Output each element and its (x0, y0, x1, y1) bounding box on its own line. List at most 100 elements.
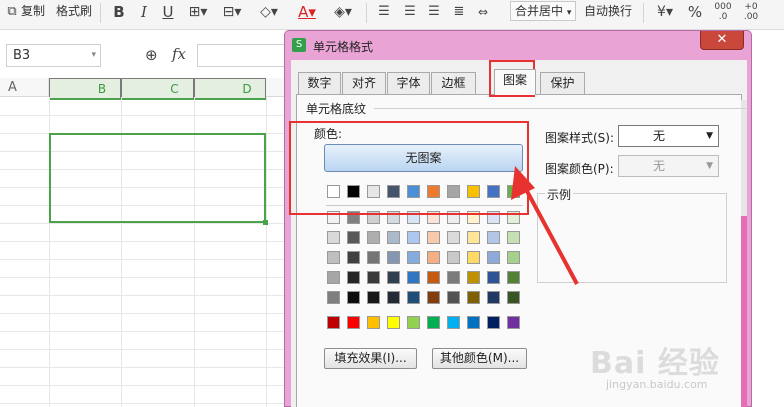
align-left-icon[interactable]: ☰ (376, 2, 392, 22)
color-swatch[interactable] (407, 231, 420, 244)
copy-icon[interactable]: ⧉ (4, 2, 20, 22)
toolbar-divider (100, 3, 101, 23)
color-swatch[interactable] (487, 271, 500, 284)
align-center-icon[interactable]: ☰ (402, 2, 418, 22)
percent-button[interactable]: % (686, 2, 704, 22)
name-box[interactable]: B3 ▾ (6, 44, 101, 67)
fill-effects-button[interactable]: 填充效果(I)... (324, 348, 417, 369)
color-swatch[interactable] (327, 251, 340, 264)
underline-button[interactable]: U (160, 2, 176, 22)
zoom-icon[interactable]: ⊕ (145, 46, 158, 64)
color-swatch[interactable] (387, 291, 400, 304)
clear-format-icon[interactable]: ◈▾ (331, 2, 355, 22)
color-swatch[interactable] (487, 251, 500, 264)
color-swatch[interactable] (327, 231, 340, 244)
color-swatch[interactable] (387, 251, 400, 264)
color-swatch[interactable] (387, 271, 400, 284)
tab-pattern[interactable]: 图案 (494, 69, 536, 95)
column-header-b[interactable]: B (49, 78, 121, 100)
color-swatch[interactable] (427, 271, 440, 284)
ribbon-toolbar: ⧉ 复制 格式刷 B I U ⊞▾ ⊟▾ ◇▾ A▾ ◈▾ ☰ ☰ ☰ ≣ ⇔ … (0, 0, 784, 30)
chevron-down-icon: ▼ (706, 161, 713, 171)
color-swatch[interactable] (467, 291, 480, 304)
close-button[interactable]: ✕ (700, 31, 744, 50)
color-swatch[interactable] (427, 251, 440, 264)
column-header-c[interactable]: C (121, 78, 194, 100)
color-swatch[interactable] (407, 316, 420, 329)
more-colors-button[interactable]: 其他颜色(M)... (432, 348, 527, 369)
tab-protection[interactable]: 保护 (540, 72, 585, 94)
copy-button[interactable]: 复制 (21, 0, 45, 24)
wrap-text-button[interactable]: 自动换行 (584, 0, 632, 24)
grid-line (0, 259, 290, 260)
color-swatch[interactable] (507, 316, 520, 329)
color-swatch[interactable] (347, 291, 360, 304)
tab-alignment[interactable]: 对齐 (342, 72, 386, 94)
watermark-subtext: jingyan.baidu.com (606, 378, 708, 391)
color-swatch[interactable] (347, 316, 360, 329)
selected-cell-range[interactable] (49, 133, 268, 225)
column-header-a[interactable]: A (0, 78, 49, 97)
color-swatch[interactable] (407, 291, 420, 304)
color-swatch[interactable] (347, 271, 360, 284)
color-swatch[interactable] (447, 316, 460, 329)
color-swatch[interactable] (507, 291, 520, 304)
color-swatch[interactable] (367, 316, 380, 329)
bold-button[interactable]: B (110, 2, 128, 22)
formula-input[interactable] (197, 44, 292, 67)
merge-center-button[interactable]: 合并居中 ▾ (510, 1, 577, 21)
color-swatch[interactable] (487, 291, 500, 304)
color-swatch[interactable] (387, 316, 400, 329)
fill-handle[interactable] (263, 220, 268, 225)
fill-color-icon[interactable]: ◇▾ (257, 2, 281, 22)
color-swatch[interactable] (327, 271, 340, 284)
color-swatch[interactable] (367, 271, 380, 284)
cell-style-icon[interactable]: ⊟▾ (220, 2, 244, 22)
increase-decimal-icon[interactable]: +0.00 (740, 2, 762, 22)
tab-number[interactable]: 数字 (298, 72, 341, 94)
color-swatch[interactable] (427, 291, 440, 304)
color-swatch[interactable] (447, 251, 460, 264)
color-swatch[interactable] (407, 271, 420, 284)
color-swatch[interactable] (447, 271, 460, 284)
annotation-highlight-box (289, 121, 529, 215)
color-swatch[interactable] (467, 231, 480, 244)
align-right-icon[interactable]: ☰ (426, 2, 442, 22)
color-swatch[interactable] (467, 316, 480, 329)
chevron-down-icon[interactable]: ▾ (91, 45, 96, 66)
color-swatch[interactable] (327, 291, 340, 304)
color-swatch[interactable] (467, 271, 480, 284)
font-color-icon[interactable]: A▾ (296, 2, 318, 22)
color-swatch[interactable] (407, 251, 420, 264)
tab-border[interactable]: 边框 (431, 72, 476, 94)
column-header-d[interactable]: D (194, 78, 266, 100)
color-swatch[interactable] (427, 316, 440, 329)
function-icon[interactable]: fx (172, 45, 186, 63)
color-swatch[interactable] (347, 251, 360, 264)
color-swatch[interactable] (447, 231, 460, 244)
tab-font[interactable]: 字体 (387, 72, 430, 94)
border-icon[interactable]: ⊞▾ (187, 2, 209, 22)
color-swatch[interactable] (467, 251, 480, 264)
format-painter-button[interactable]: 格式刷 (56, 0, 92, 24)
watermark-logo: Bai 经验 jingyan.baidu.com (590, 338, 780, 398)
color-swatch[interactable] (447, 291, 460, 304)
italic-button[interactable]: I (136, 2, 152, 22)
dialog-title: 单元格格式 (313, 40, 374, 54)
distribute-icon[interactable]: ⇔ (475, 2, 491, 22)
color-swatch[interactable] (367, 231, 380, 244)
color-swatch[interactable] (427, 231, 440, 244)
color-swatch[interactable] (367, 251, 380, 264)
color-swatch[interactable] (487, 316, 500, 329)
color-swatch[interactable] (367, 291, 380, 304)
color-swatch[interactable] (347, 231, 360, 244)
color-swatch[interactable] (487, 231, 500, 244)
color-swatch[interactable] (387, 231, 400, 244)
justify-icon[interactable]: ≣ (451, 2, 467, 22)
dialog-titlebar[interactable]: S 单元格格式 ✕ (285, 31, 751, 59)
pattern-color-select[interactable]: 无 ▼ (618, 155, 719, 177)
currency-icon[interactable]: ¥▾ (653, 2, 677, 22)
thousands-icon[interactable]: 000.0 (712, 2, 734, 22)
color-swatch[interactable] (327, 316, 340, 329)
pattern-style-select[interactable]: 无 ▼ (618, 125, 719, 147)
